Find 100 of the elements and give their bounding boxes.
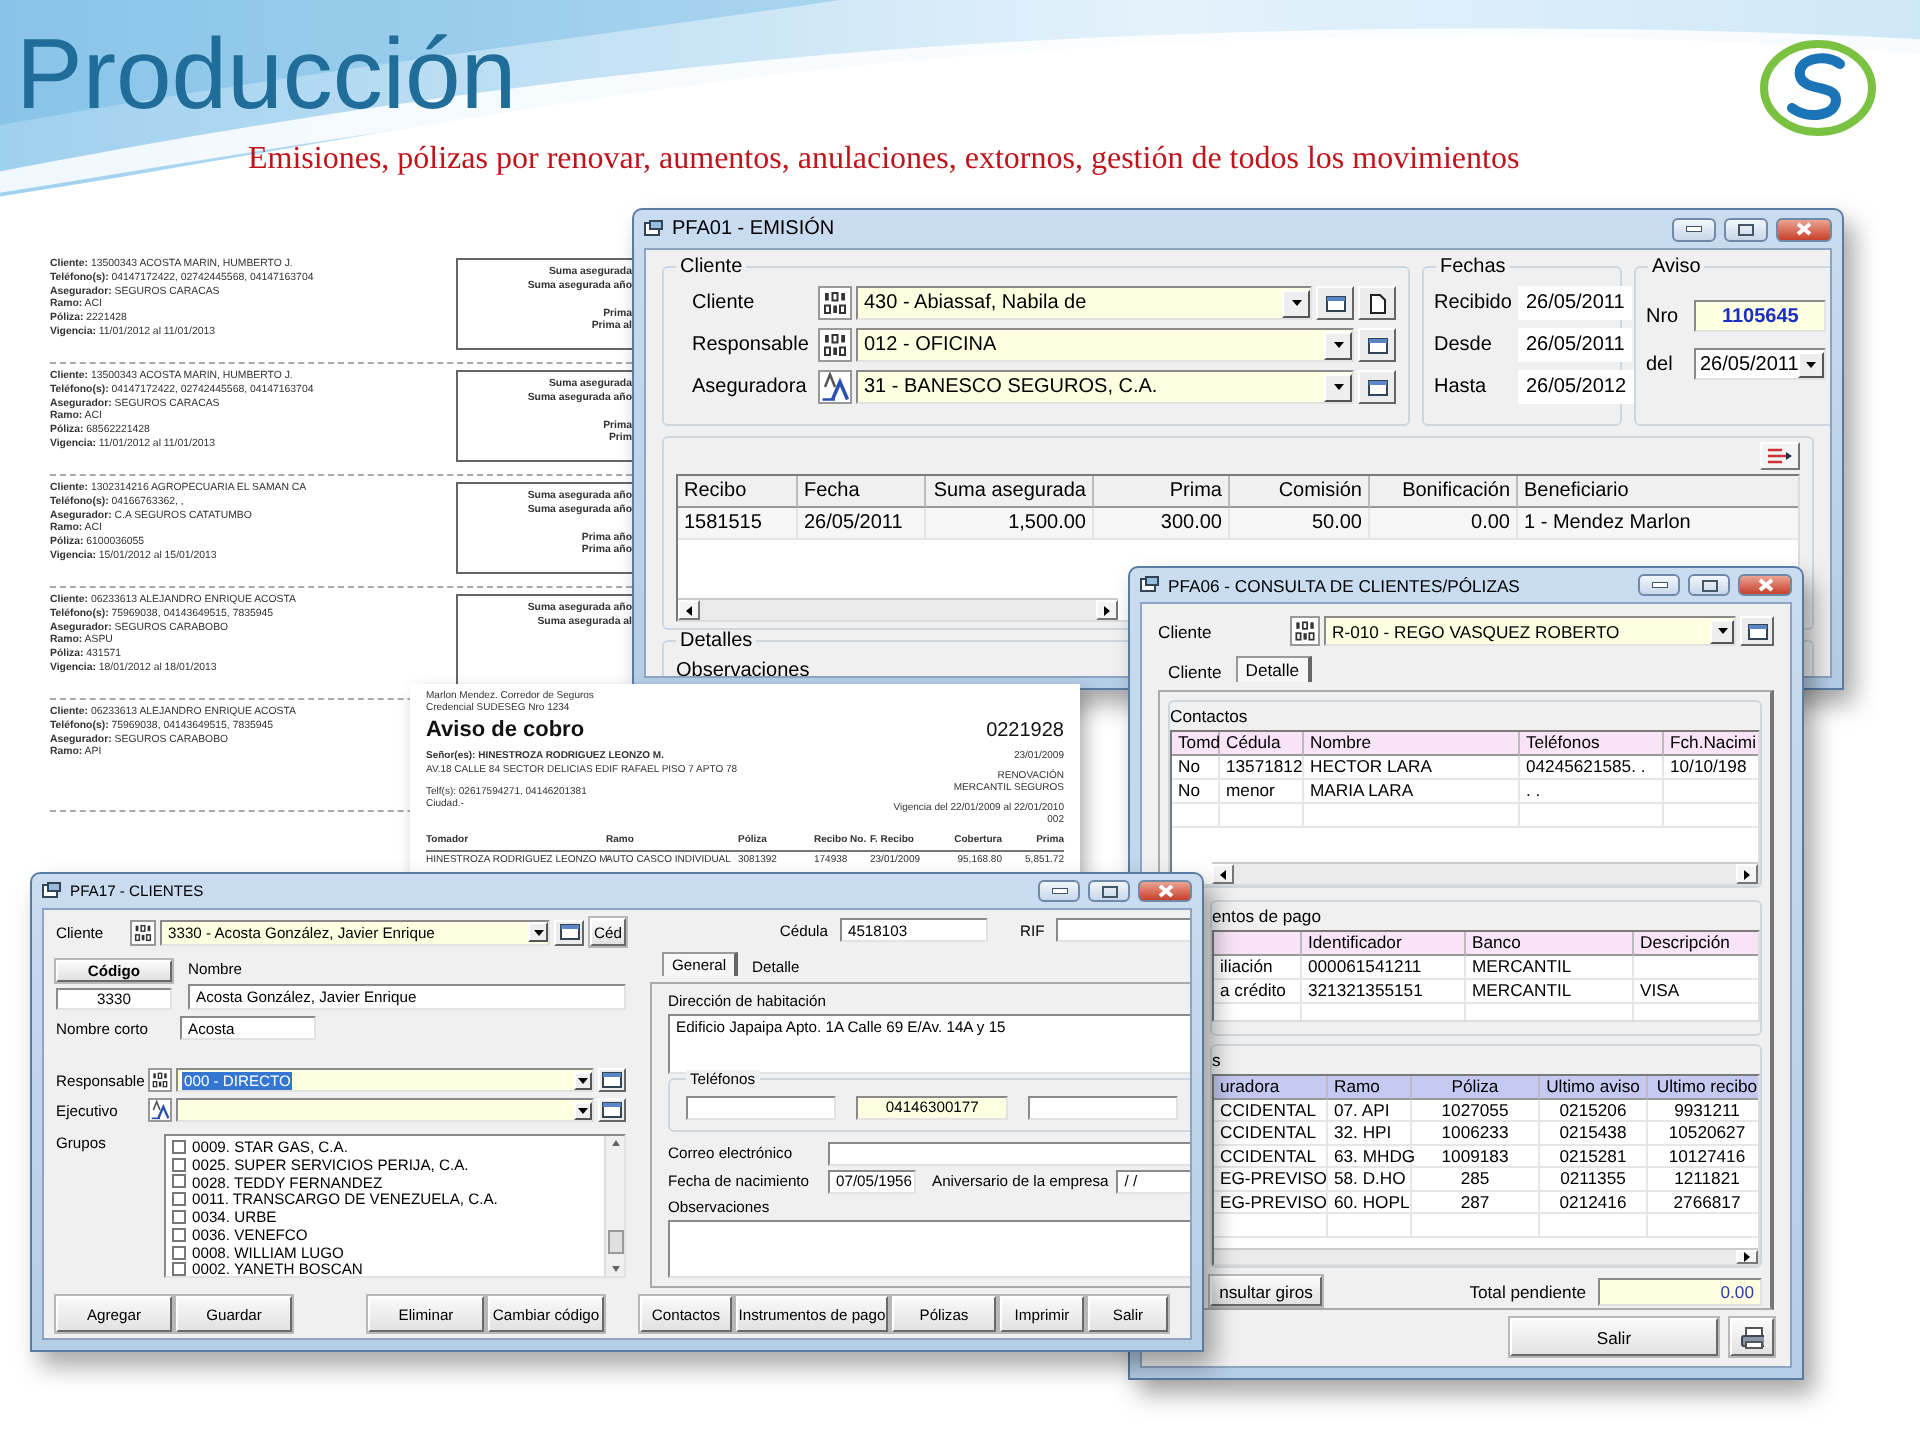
column-header[interactable]: Cédula xyxy=(1220,732,1304,756)
column-header[interactable]: Fecha xyxy=(798,476,926,508)
table-cell: MARIA LARA xyxy=(1304,780,1520,804)
column-header[interactable]: Recibo xyxy=(678,476,798,508)
tab[interactable]: Detalle xyxy=(1235,656,1312,682)
table-cell: a crédito xyxy=(1214,980,1302,1004)
table-cell: 321321355151 xyxy=(1302,980,1466,1004)
table-cell: 0215206 xyxy=(1540,1099,1648,1122)
consultar-giros-button[interactable]: nsultar giros xyxy=(1210,1276,1322,1306)
column-header[interactable]: uradora xyxy=(1214,1076,1328,1099)
column-header[interactable]: Ramo xyxy=(1328,1076,1412,1099)
table-cell: VISA xyxy=(1634,980,1758,1004)
column-header[interactable]: Fch.Nacimi xyxy=(1664,732,1758,756)
column-header[interactable]: Beneficiario xyxy=(1518,476,1798,508)
field-label: Observaciones xyxy=(676,660,810,676)
table-cell: 300.00 xyxy=(1094,508,1230,540)
group-label: Contactos xyxy=(1170,706,1248,726)
table-cell: 04245621585. . xyxy=(1520,756,1664,780)
group-label: s xyxy=(1212,1050,1221,1070)
document-title: Aviso de cobro xyxy=(426,718,585,745)
table-cell: 0212416 xyxy=(1540,1191,1648,1214)
column-header[interactable]: Banco xyxy=(1466,932,1634,956)
table-cell: 1581515 xyxy=(678,508,798,540)
table-cell: 10520627 xyxy=(1648,1122,1758,1145)
table-cell: No xyxy=(1172,780,1220,804)
table-cell: 58. D.HO xyxy=(1328,1168,1412,1191)
table-cell: EG-PREVISO xyxy=(1214,1191,1328,1214)
table-cell: 10/10/198 xyxy=(1664,756,1758,780)
date-field[interactable]: 26/05/2012 xyxy=(1518,370,1635,404)
column-header[interactable]: Suma asegurada xyxy=(926,476,1094,508)
field-label: Nro xyxy=(1646,305,1681,327)
table-cell: 287 xyxy=(1412,1191,1540,1214)
dropdown-field[interactable]: 31 - BANESCO SEGUROS, C.A. xyxy=(856,370,1354,404)
table-cell: 1006233 xyxy=(1412,1122,1540,1145)
field-label: Cliente xyxy=(692,292,757,314)
column-header[interactable]: Bonificación xyxy=(1370,476,1518,508)
table-cell: 50.00 xyxy=(1230,508,1370,540)
table-cell: 0.00 xyxy=(1370,508,1518,540)
table-cell: . . xyxy=(1520,780,1664,804)
table-cell: 2766817 xyxy=(1648,1191,1758,1214)
tab[interactable]: Cliente xyxy=(1158,658,1232,684)
table-cell: 32. HPI xyxy=(1328,1122,1412,1145)
column-header[interactable]: Prima xyxy=(1094,476,1230,508)
field-label: Total pendiente xyxy=(1469,1281,1586,1301)
table-cell: HECTOR LARA xyxy=(1304,756,1520,780)
field-label: Desde xyxy=(1434,334,1494,356)
window-title: PFA01 - EMISIÓN xyxy=(672,218,837,240)
table-cell: 1,500.00 xyxy=(926,508,1094,540)
table-cell: menor xyxy=(1220,780,1304,804)
table-cell: 07. API xyxy=(1328,1099,1412,1122)
table-cell: EG-PREVISO xyxy=(1214,1168,1328,1191)
column-header[interactable]: Teléfonos xyxy=(1520,732,1664,756)
date-picker[interactable]: 26/05/2011 xyxy=(1694,348,1827,380)
column-header[interactable]: Descripción xyxy=(1634,932,1758,956)
table-cell: 9931211 xyxy=(1648,1099,1758,1122)
group-label: Fechas xyxy=(1436,255,1510,279)
field-label: Recibido xyxy=(1434,292,1514,314)
table-cell: 1009183 xyxy=(1412,1145,1540,1168)
column-header[interactable]: Ultimo aviso xyxy=(1540,1076,1648,1099)
field-label: Hasta xyxy=(1434,376,1489,398)
table-cell: 1027055 xyxy=(1412,1099,1540,1122)
dropdown-field[interactable]: R-010 - REGO VASQUEZ ROBERTO xyxy=(1324,616,1736,646)
dropdown-field[interactable]: 430 - Abiassaf, Nabila de xyxy=(856,286,1312,320)
date-field[interactable]: 26/05/2011 xyxy=(1518,328,1633,362)
column-header[interactable]: Identificador xyxy=(1302,932,1466,956)
table-cell: 0215281 xyxy=(1540,1145,1648,1168)
column-header[interactable]: Ultimo recibo xyxy=(1648,1076,1758,1099)
table-cell: iliación xyxy=(1214,956,1302,980)
field-label: del xyxy=(1646,353,1675,375)
table-cell: 0215438 xyxy=(1540,1122,1648,1145)
slide-subtitle: Emisiones, pólizas por renovar, aumentos, anulaciones, extornos, gestión de todos los movimientos xyxy=(248,142,1520,178)
table-cell: 000061541211 xyxy=(1302,956,1466,980)
table-cell: 60. HOPL xyxy=(1328,1191,1412,1214)
number-field[interactable]: 1105645 xyxy=(1694,300,1827,332)
group-label: entos de pago xyxy=(1212,906,1321,926)
column-header[interactable]: Tomd xyxy=(1172,732,1220,756)
column-header[interactable]: Póliza xyxy=(1412,1076,1540,1099)
total-field: 0.00 xyxy=(1598,1277,1762,1305)
table-cell: MERCANTIL xyxy=(1466,956,1634,980)
table-cell: 13571812 xyxy=(1220,756,1304,780)
table-cell: 285 xyxy=(1412,1168,1540,1191)
column-header[interactable]: Nombre xyxy=(1304,732,1520,756)
table-cell: 26/05/2011 xyxy=(798,508,926,540)
slide-title: Producción xyxy=(16,16,517,132)
table-cell: 1211821 xyxy=(1648,1168,1758,1191)
exit-button[interactable]: Salir xyxy=(1510,1318,1718,1356)
document-number: 0221928 xyxy=(986,720,1064,745)
group-label: Cliente xyxy=(676,255,747,279)
date-field[interactable]: 26/05/2011 xyxy=(1518,286,1633,320)
column-header[interactable]: Comisión xyxy=(1230,476,1370,508)
group-label: Aviso xyxy=(1648,255,1705,279)
table-cell: CCIDENTAL xyxy=(1214,1099,1328,1122)
table-cell: MERCANTIL xyxy=(1466,980,1634,1004)
dropdown-field[interactable]: 012 - OFICINA xyxy=(856,328,1354,362)
field-label: Responsable xyxy=(692,334,811,356)
table-cell: 0211355 xyxy=(1540,1168,1648,1191)
table-cell: No xyxy=(1172,756,1220,780)
table-cell: 1 - Mendez Marlon xyxy=(1518,508,1798,540)
field-label: Aseguradora xyxy=(692,376,809,398)
table-cell: CCIDENTAL xyxy=(1214,1122,1328,1145)
